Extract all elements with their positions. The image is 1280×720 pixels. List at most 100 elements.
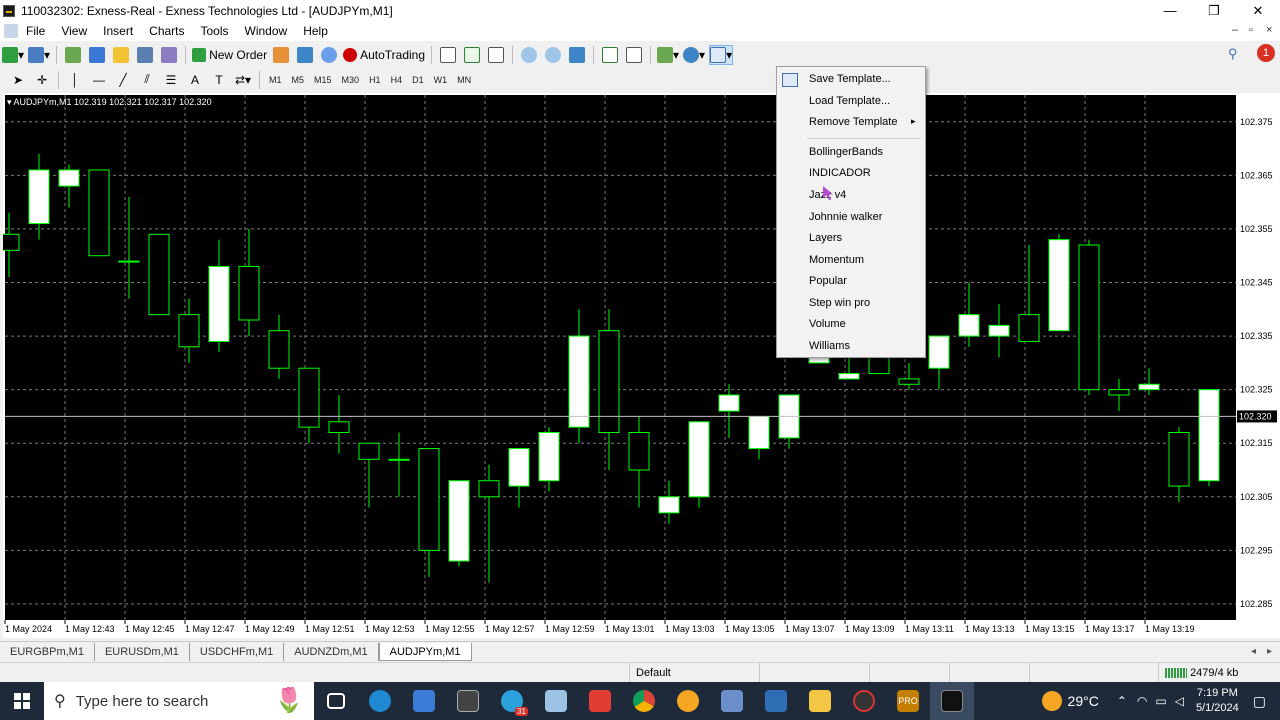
remove-template-item[interactable]: Remove Template (809, 116, 897, 128)
new-order-button[interactable]: New Order (192, 45, 267, 65)
action-center-icon[interactable]: ▢ (1253, 693, 1266, 710)
save-template-item[interactable]: Save Template... (809, 73, 891, 85)
tab-scroll-left-icon[interactable]: ◂ (1251, 646, 1256, 657)
menu-charts[interactable]: Charts (141, 21, 192, 41)
store-app[interactable] (402, 682, 446, 720)
speedometer-app[interactable] (842, 682, 886, 720)
menu-file[interactable]: File (18, 21, 53, 41)
template-step-win-pro[interactable]: Step win pro (809, 297, 870, 309)
template-indicador[interactable]: INDICADOR (809, 167, 871, 179)
taskbar-clock[interactable]: 7:19 PM 5/1/2024 (1196, 686, 1239, 716)
horizontal-line-tool[interactable]: — (89, 70, 109, 90)
chart-window[interactable]: 102.375 102.365 102.355 102.345 102.335 102.3… (3, 93, 1280, 638)
arrows-tool[interactable]: ⇄▾ (233, 70, 253, 90)
chart-shift-button[interactable] (624, 45, 644, 65)
metaeditor-button[interactable] (271, 45, 291, 65)
weather-temp[interactable]: 29°C (1068, 693, 1099, 709)
search-icon[interactable]: ⚲ (1228, 46, 1238, 62)
text-label-tool[interactable]: T (209, 70, 229, 90)
timeframe-h1[interactable]: H1 (364, 71, 386, 89)
template-volume[interactable]: Volume (809, 318, 846, 330)
monitor-app[interactable] (710, 682, 754, 720)
maximize-button[interactable]: ❐ (1192, 0, 1236, 21)
metatrader-app[interactable] (930, 682, 974, 720)
chrome-app[interactable] (622, 682, 666, 720)
templates-button[interactable]: ▾ (709, 44, 734, 65)
start-button[interactable] (0, 682, 44, 720)
calculator-app[interactable] (446, 682, 490, 720)
timeframe-h4[interactable]: H4 (386, 71, 408, 89)
tab-eurusdm-m1[interactable]: EURUSDm,M1 (95, 642, 190, 661)
navigator-button[interactable] (111, 45, 131, 65)
indicators-button[interactable]: ▾ (657, 45, 679, 65)
tile-windows-button[interactable] (567, 45, 587, 65)
line-chart-button[interactable] (486, 45, 506, 65)
notes-app[interactable] (534, 682, 578, 720)
new-chart-button[interactable]: ▾ (2, 45, 24, 65)
task-view-button[interactable] (314, 682, 358, 720)
text-tool[interactable]: A (185, 70, 205, 90)
volume-icon[interactable]: ◁ (1175, 694, 1184, 708)
bar-chart-button[interactable] (438, 45, 458, 65)
strategy-tester-button[interactable] (159, 45, 179, 65)
zoom-in-button[interactable] (519, 45, 539, 65)
timeframe-mn[interactable]: MN (452, 71, 476, 89)
tab-eurgbpm-m1[interactable]: EURGBPm,M1 (0, 642, 95, 661)
taskbar-search[interactable]: ⚲ Type here to search 🌷 (44, 682, 314, 720)
battery-icon[interactable]: ▭ (1155, 694, 1166, 708)
charts-app[interactable] (666, 682, 710, 720)
data-window-button[interactable] (87, 45, 107, 65)
load-template-item[interactable]: Load Template... (809, 95, 890, 107)
timeframe-m30[interactable]: M30 (337, 71, 365, 89)
connection-status[interactable]: 2479/4 kb (1158, 663, 1280, 683)
trendline-tool[interactable]: ╱ (113, 70, 133, 90)
crosshair-tool[interactable]: ✛ (32, 70, 52, 90)
template-bollingerbands[interactable]: BollingerBands (809, 146, 883, 158)
terminal-button[interactable] (135, 45, 155, 65)
template-popular[interactable]: Popular (809, 275, 847, 287)
edge-app[interactable] (358, 682, 402, 720)
notifications-icon[interactable]: 1 (1257, 44, 1275, 62)
zoom-out-button[interactable] (543, 45, 563, 65)
profiles-button[interactable]: ▾ (28, 45, 50, 65)
template-momentum[interactable]: Momentum (809, 254, 864, 266)
timeframe-m15[interactable]: M15 (309, 71, 337, 89)
candlestick-chart[interactable]: 102.375 102.365 102.355 102.345 102.335 102.3… (3, 93, 1280, 638)
menu-tools[interactable]: Tools (193, 21, 237, 41)
doc-restore-button[interactable]: ▫ (1249, 24, 1253, 36)
menu-insert[interactable]: Insert (95, 21, 141, 41)
cursor-tool[interactable]: ➤ (8, 70, 28, 90)
signals-button[interactable] (295, 45, 315, 65)
tab-usdchfm-m1[interactable]: USDCHFm,M1 (190, 642, 285, 661)
close-button[interactable]: ✕ (1236, 0, 1280, 21)
doc-close-button[interactable]: × (1266, 24, 1272, 36)
timeframe-w1[interactable]: W1 (429, 71, 453, 89)
show-hidden-icons-icon[interactable]: ⌃ (1117, 694, 1127, 708)
pro-app[interactable]: PRO (886, 682, 930, 720)
auto-scroll-button[interactable] (600, 45, 620, 65)
tab-scroll-right-icon[interactable]: ▸ (1267, 646, 1272, 657)
telegram-app[interactable]: 31 (490, 682, 534, 720)
menu-window[interactable]: Window (237, 21, 296, 41)
candlestick-chart-button[interactable] (462, 45, 482, 65)
tab-audjpym-m1[interactable]: AUDJPYm,M1 (378, 642, 472, 661)
timeframe-d1[interactable]: D1 (407, 71, 429, 89)
template-williams[interactable]: Williams (809, 340, 850, 352)
menu-view[interactable]: View (53, 21, 95, 41)
market-watch-button[interactable] (63, 45, 83, 65)
channel-tool[interactable]: ⫽ (137, 70, 157, 90)
menu-help[interactable]: Help (295, 21, 336, 41)
fibonacci-tool[interactable]: ☰ (161, 70, 181, 90)
market-button[interactable] (319, 45, 339, 65)
anydesk-app[interactable] (578, 682, 622, 720)
tab-audnzdm-m1[interactable]: AUDNZDm,M1 (284, 642, 379, 661)
vertical-line-tool[interactable]: │ (65, 70, 85, 90)
timeframe-m1[interactable]: M1 (264, 71, 287, 89)
template-johnnie-walker[interactable]: Johnnie walker (809, 211, 882, 223)
minimize-button[interactable]: — (1148, 0, 1192, 21)
autotrading-button[interactable]: AutoTrading (343, 45, 425, 65)
file-explorer-app[interactable] (798, 682, 842, 720)
template-layers[interactable]: Layers (809, 232, 842, 244)
doc-minimize-button[interactable]: – (1232, 24, 1238, 36)
remote-app[interactable] (754, 682, 798, 720)
